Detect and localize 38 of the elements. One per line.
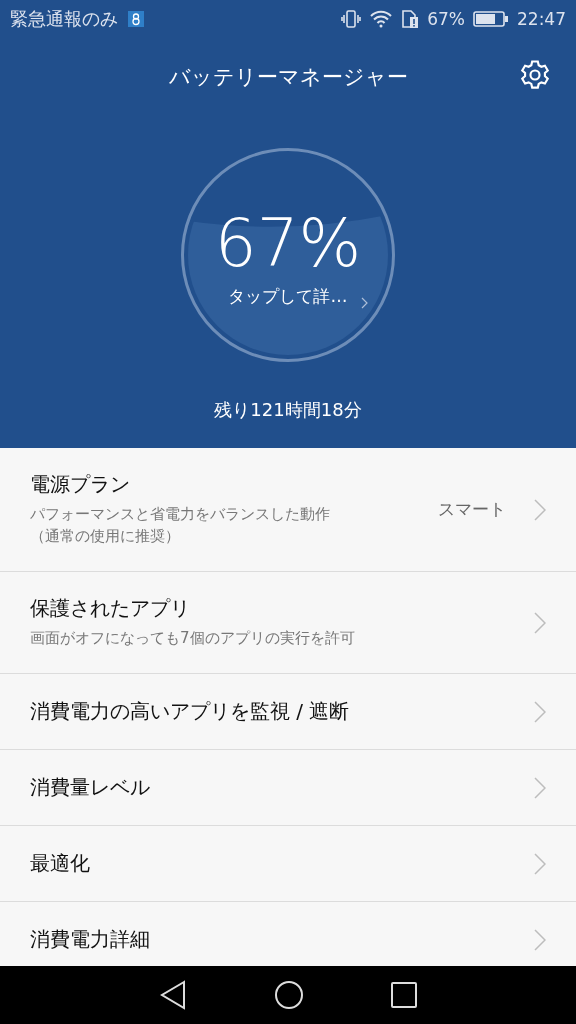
sim-alert-icon	[401, 9, 420, 29]
clock: 22:47	[517, 9, 566, 29]
chevron-icon	[534, 852, 546, 875]
battery-percent: 67%	[427, 9, 465, 29]
row-title: 最適化	[30, 850, 91, 877]
settings-icon[interactable]	[518, 58, 552, 92]
remaining-time: 残り121時間18分	[213, 398, 363, 422]
settings-row[interactable]: 消費電力の高いアプリを監視 / 遮断	[0, 674, 576, 750]
details-hint: タップして詳…	[228, 284, 348, 308]
vibrate-icon	[341, 9, 362, 29]
chevron-icon	[534, 611, 546, 634]
row-title: 電源プラン	[30, 471, 131, 499]
row-title: 消費量レベル	[30, 774, 151, 801]
screen-title: バッテリーマネージャー	[168, 64, 408, 91]
battery-icon	[473, 10, 509, 28]
row-description: 画面がオフになっても7個のアプリの実行を許可	[30, 628, 356, 650]
settings-row[interactable]: 消費量レベル	[0, 750, 576, 826]
battery-percent-large: 67%	[214, 210, 362, 277]
settings-row[interactable]: 最適化	[0, 826, 576, 902]
recents-icon[interactable]	[391, 982, 418, 1008]
row-title: 消費電力詳細	[30, 926, 151, 953]
notification-icon	[128, 11, 144, 27]
wifi-icon	[369, 9, 394, 29]
chevron-icon	[534, 498, 546, 521]
battery-gauge[interactable]: 67% タップして詳…	[181, 148, 395, 362]
carrier-text: 緊急通報のみ	[10, 7, 118, 31]
row-description: パフォーマンスと省電力をバランスした動作（通常の使用に推奨）	[30, 504, 331, 547]
row-value: スマート	[438, 498, 506, 521]
row-title: 消費電力の高いアプリを監視 / 遮断	[30, 698, 351, 725]
chevron-icon	[534, 928, 546, 951]
row-title: 保護されたアプリ	[30, 595, 191, 623]
back-icon[interactable]	[158, 980, 187, 1010]
settings-row[interactable]: 保護されたアプリ 画面がオフになっても7個のアプリの実行を許可	[0, 572, 576, 674]
settings-row[interactable]: 電源プラン パフォーマンスと省電力をバランスした動作（通常の使用に推奨） スマート	[0, 448, 576, 572]
home-icon[interactable]	[274, 980, 304, 1010]
chevron-icon	[361, 297, 368, 309]
chevron-icon	[534, 776, 546, 799]
chevron-icon	[534, 700, 546, 723]
